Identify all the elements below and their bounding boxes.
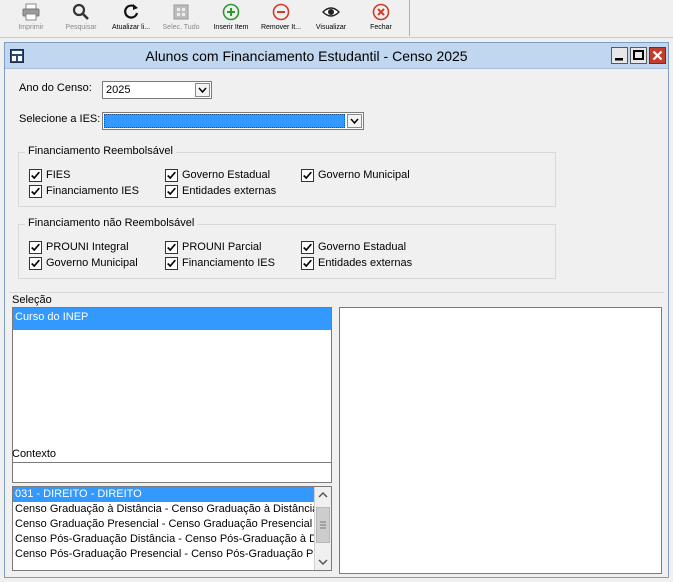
scroll-thumb[interactable] [316,507,330,543]
ies-label: Selecione a IES: [19,113,101,125]
title-bar[interactable]: Alunos com Financiamento Estudantil - Ce… [5,43,668,69]
check-icon [29,241,42,254]
maximize-button[interactable] [630,47,647,64]
refresh-icon [124,4,139,19]
search-button[interactable]: Pesquisar [56,0,106,36]
maximize-icon [633,50,644,60]
list-item[interactable]: Censo Pós-Graduação Presencial - Censo P… [13,547,331,562]
ies-selected-value [104,114,345,128]
minimize-icon [615,58,623,61]
chevron-up-icon [318,491,328,498]
print-button[interactable]: Imprimir [6,0,56,36]
selecao-label: Seleção [12,294,52,306]
check-icon [165,169,178,182]
ies-select[interactable] [102,112,364,130]
census-year-value: 2025 [106,84,131,96]
selecao-list[interactable]: Curso do INEP [12,307,332,467]
main-window: Alunos com Financiamento Estudantil - Ce… [4,42,669,578]
remove-item-button[interactable]: Remover It... [256,0,306,36]
close-button[interactable]: Fechar [356,0,406,36]
check-icon [165,241,178,254]
close-x-icon [652,50,663,61]
nao-reembolsavel-group: Financiamento não Reembolsável PROUNI In… [18,217,556,279]
contexto-search-input[interactable] [12,462,332,483]
check-icon [29,257,42,270]
chevron-down-icon [318,559,328,566]
eye-icon [322,7,340,17]
reembolsavel-legend: Financiamento Reembolsável [25,145,176,157]
toolbar: Imprimir Pesquisar Atualizar li... Selec… [0,0,673,38]
search-icon [72,3,89,20]
app-icon [10,49,24,63]
census-year-label: Ano do Censo: [19,82,92,94]
check-icon [301,241,314,254]
preview-button[interactable]: Visualizar [306,0,356,36]
check-icon [29,185,42,198]
minimize-button[interactable] [611,47,628,64]
contexto-list[interactable]: 031 - DIREITO - DIREITO Censo Graduação … [12,486,332,571]
contexto-scrollbar[interactable] [314,487,331,570]
chevron-down-icon [198,87,207,94]
separator [9,292,664,293]
list-item[interactable]: Censo Pós-Graduação Distância - Censo Pó… [13,532,331,547]
chevron-down-icon [350,118,359,125]
list-item[interactable]: Censo Graduação Presencial - Censo Gradu… [13,517,331,532]
preview-panel[interactable] [339,307,662,574]
check-icon [301,257,314,270]
scroll-up-button[interactable] [315,487,331,503]
printer-icon [22,3,40,21]
contexto-label: Contexto [12,448,57,460]
ies-dropdown-button[interactable] [347,114,362,128]
insert-item-button[interactable]: Inserir Item [206,0,256,36]
remove-icon [272,3,290,21]
list-item[interactable]: 031 - DIREITO - DIREITO [13,487,331,502]
nao-reembolsavel-legend: Financiamento não Reembolsável [25,217,198,229]
check-icon [29,169,42,182]
list-item[interactable]: Censo Graduação à Distância - Censo Grad… [13,502,331,517]
close-icon [372,3,390,21]
census-year-dropdown-button[interactable] [195,83,210,97]
select-all-button[interactable]: Selec. Tudo [156,0,206,36]
select-all-icon [173,4,189,20]
reembolsavel-group: Financiamento Reembolsável FIES Governo … [18,145,556,207]
refresh-button[interactable]: Atualizar li... [106,0,156,36]
toolbar-group: Imprimir Pesquisar Atualizar li... Selec… [0,0,410,36]
window-title: Alunos com Financiamento Estudantil - Ce… [145,48,468,64]
window-close-button[interactable] [649,47,666,64]
check-icon [165,185,178,198]
check-icon [301,169,314,182]
check-icon [165,257,178,270]
scroll-down-button[interactable] [315,554,331,570]
list-item[interactable]: Curso do INEP [13,308,331,330]
census-year-select[interactable]: 2025 [102,81,212,99]
grip-icon [320,521,326,529]
add-icon [222,3,240,21]
